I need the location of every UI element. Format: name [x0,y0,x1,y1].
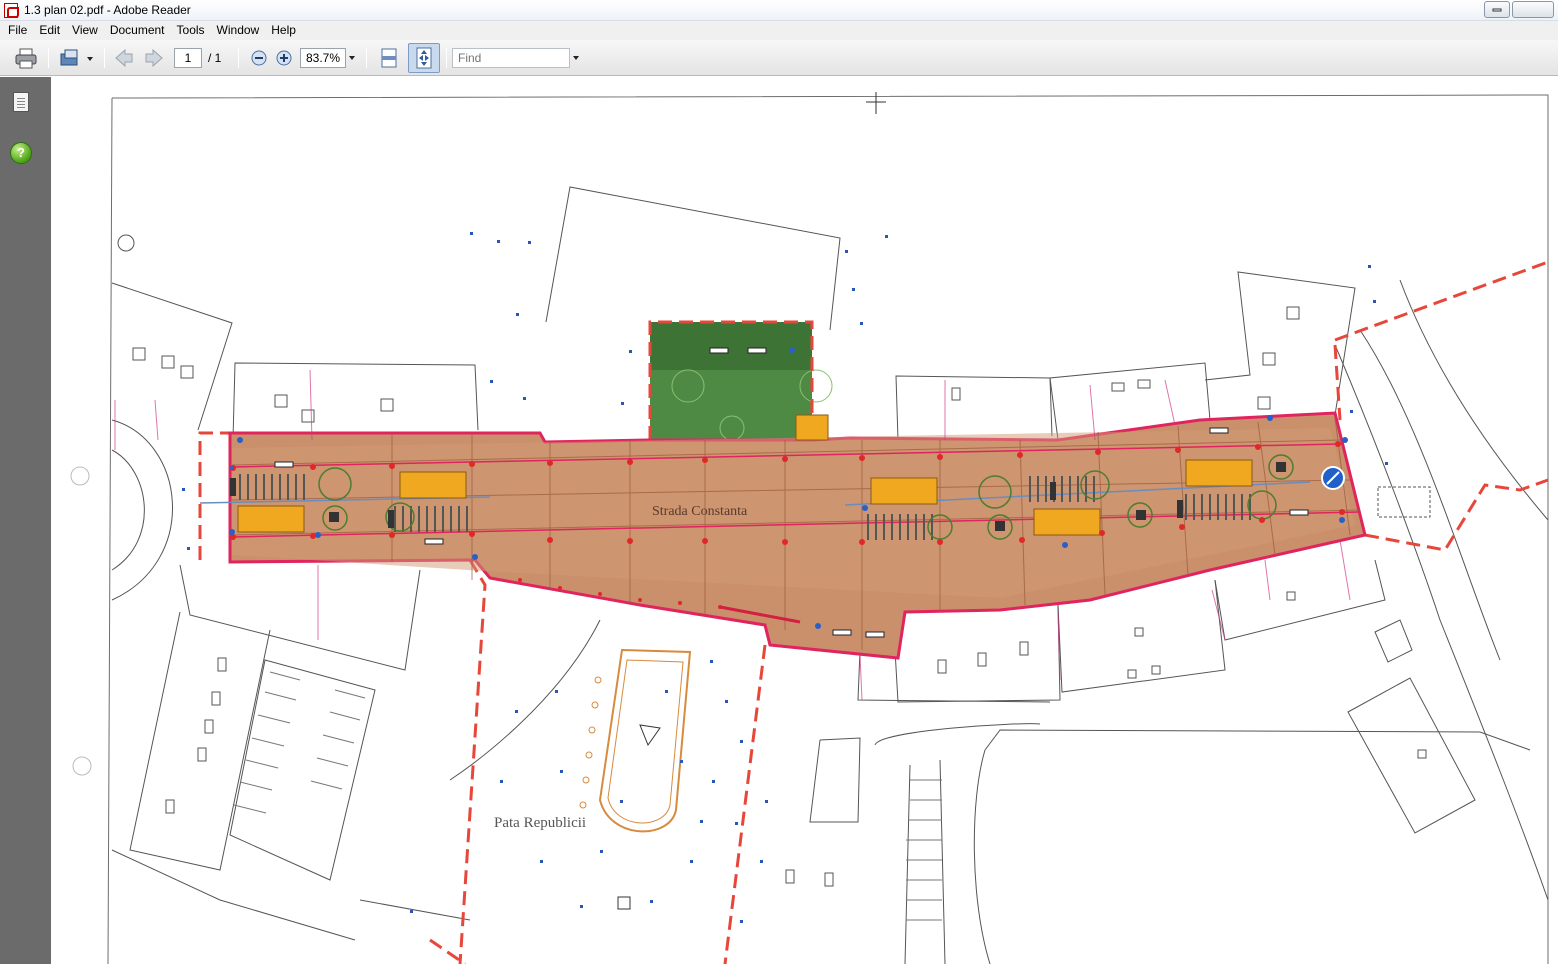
minimize-button[interactable] [1484,1,1510,18]
collaborate-button[interactable] [58,45,96,71]
zoom-out-icon [251,50,267,66]
help-icon[interactable]: ? [10,142,32,164]
find-dropdown-button[interactable] [570,45,582,71]
window-controls [1484,1,1554,18]
adobe-reader-icon [4,3,19,18]
zoom-dropdown-button[interactable] [346,45,358,71]
find-input[interactable] [452,48,570,68]
collaborate-icon [60,49,93,66]
square-label: Pata Republicii [494,815,586,831]
fit-page-icon [416,47,432,69]
page-total: / 1 [208,51,222,65]
minimize-icon [1492,8,1502,11]
toolbar: / 1 [0,40,1558,76]
fit-page-button[interactable] [408,43,440,73]
zoom-in-icon [276,50,292,66]
previous-page-button[interactable] [112,45,136,71]
window-title: 1.3 plan 02.pdf - Adobe Reader [24,3,191,17]
chevron-down-icon [349,56,355,60]
site-plan-drawing: Strada Constanta Pata Republicii [70,92,1549,964]
close-button[interactable] [1512,1,1554,18]
fit-width-icon [381,48,397,68]
pages-panel-icon[interactable] [13,92,29,112]
separator [446,48,447,68]
zoom-out-button[interactable] [248,45,270,71]
separator [48,48,49,68]
menu-edit[interactable]: Edit [33,21,66,40]
arrow-right-icon [145,48,163,68]
menu-help[interactable]: Help [265,21,302,40]
document-view[interactable]: Strada Constanta Pata Republicii [51,77,1558,964]
menu-view[interactable]: View [66,21,104,40]
separator [366,48,367,68]
next-page-button[interactable] [142,45,166,71]
north-arrow-icon [866,92,886,114]
print-button[interactable] [12,45,40,71]
separator [238,48,239,68]
fit-width-button[interactable] [376,45,402,71]
separator [104,48,105,68]
menu-document[interactable]: Document [104,21,171,40]
church-outline [598,648,692,833]
zoom-in-button[interactable] [273,45,295,71]
title-bar: 1.3 plan 02.pdf - Adobe Reader [0,0,1558,21]
menu-window[interactable]: Window [211,21,266,40]
chevron-down-icon [573,56,579,60]
sign-marker-icon [1321,466,1345,490]
page-number-input[interactable] [174,48,202,68]
navigation-pane: ? [0,77,51,964]
zoom-level-input[interactable] [300,48,346,68]
arrow-left-icon [115,48,133,68]
menu-tools[interactable]: Tools [171,21,211,40]
printer-icon [15,48,37,69]
street-label: Strada Constanta [652,504,748,519]
menu-bar: File Edit View Document Tools Window Hel… [0,21,1558,40]
menu-file[interactable]: File [2,21,33,40]
